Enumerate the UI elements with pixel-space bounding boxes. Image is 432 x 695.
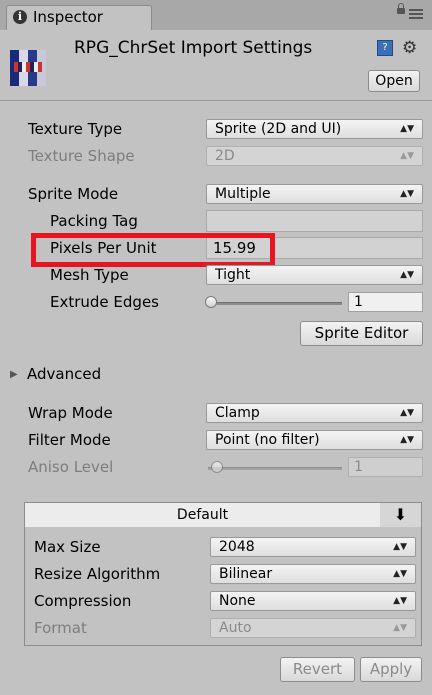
texture-shape-value: 2D [215, 148, 235, 164]
menu-icon[interactable] [409, 9, 423, 19]
sprite-mode-value: Multiple [215, 186, 271, 202]
mesh-type-dropdown[interactable]: Tight ▲▼ [206, 265, 423, 285]
compression-label: Compression [34, 592, 132, 610]
texture-type-label: Texture Type [28, 120, 123, 138]
extrude-edges-slider-thumb[interactable] [205, 296, 217, 308]
advanced-foldout-arrow-icon[interactable]: ▶ [10, 369, 18, 380]
dropdown-arrows-icon: ▲▼ [400, 270, 414, 280]
resize-algorithm-value: Bilinear [219, 566, 273, 582]
format-value: Auto [219, 620, 252, 636]
download-icon[interactable]: ⬇ [380, 503, 421, 527]
filter-mode-dropdown[interactable]: Point (no filter) ▲▼ [206, 430, 423, 450]
apply-button[interactable]: Apply [360, 657, 422, 682]
resize-algorithm-label: Resize Algorithm [34, 565, 161, 583]
wrap-mode-dropdown[interactable]: Clamp ▲▼ [206, 403, 423, 423]
format-label: Format [34, 619, 87, 637]
tab-label: Inspector [33, 8, 103, 26]
aniso-level-input: 1 [348, 457, 423, 477]
sprite-mode-label: Sprite Mode [28, 185, 119, 203]
aniso-level-slider-track [208, 467, 342, 470]
dropdown-arrows-icon: ▲▼ [400, 435, 414, 445]
texture-type-dropdown[interactable]: Sprite (2D and UI) ▲▼ [206, 119, 423, 139]
sprite-mode-dropdown[interactable]: Multiple ▲▼ [206, 184, 423, 204]
dropdown-arrows-icon: ▲▼ [393, 569, 407, 579]
dropdown-arrows-icon: ▲▼ [393, 596, 407, 606]
sprite-editor-button[interactable]: Sprite Editor [300, 321, 423, 346]
header-divider [0, 100, 432, 101]
aniso-level-slider-thumb [211, 461, 223, 473]
open-button[interactable]: Open [368, 70, 420, 92]
texture-shape-label: Texture Shape [28, 147, 135, 165]
mesh-type-label: Mesh Type [50, 266, 129, 284]
dropdown-arrows-icon: ▲▼ [400, 151, 414, 161]
max-size-label: Max Size [34, 538, 101, 556]
advanced-foldout[interactable]: Advanced [27, 365, 101, 383]
max-size-value: 2048 [219, 539, 255, 555]
texture-type-value: Sprite (2D and UI) [215, 121, 342, 137]
dropdown-arrows-icon: ▲▼ [393, 623, 407, 633]
dropdown-arrows-icon: ▲▼ [400, 408, 414, 418]
asset-title: RPG_ChrSet Import Settings [74, 38, 313, 58]
dropdown-arrows-icon: ▲▼ [393, 542, 407, 552]
texture-shape-dropdown: 2D ▲▼ [206, 146, 423, 166]
wrap-mode-label: Wrap Mode [28, 404, 113, 422]
wrap-mode-value: Clamp [215, 405, 260, 421]
revert-button[interactable]: Revert [280, 657, 355, 682]
tab-inspector[interactable]: i Inspector [6, 5, 152, 30]
extrude-edges-input[interactable]: 1 [348, 292, 423, 312]
info-icon: i [13, 10, 27, 24]
filter-mode-label: Filter Mode [28, 431, 111, 449]
compression-value: None [219, 593, 256, 609]
dropdown-arrows-icon: ▲▼ [400, 189, 414, 199]
gear-icon[interactable]: ⚙ [402, 38, 417, 58]
mesh-type-value: Tight [215, 267, 251, 283]
packing-tag-input[interactable] [206, 210, 423, 232]
lock-icon[interactable] [397, 3, 405, 14]
highlight-annotation [31, 233, 275, 267]
extrude-edges-label: Extrude Edges [50, 293, 159, 311]
texture-thumbnail [10, 50, 46, 86]
filter-mode-value: Point (no filter) [215, 432, 320, 448]
max-size-dropdown[interactable]: 2048 ▲▼ [210, 537, 416, 557]
aniso-level-label: Aniso Level [28, 458, 114, 476]
resize-algorithm-dropdown[interactable]: Bilinear ▲▼ [210, 564, 416, 584]
packing-tag-label: Packing Tag [50, 212, 138, 230]
format-dropdown: Auto ▲▼ [210, 618, 416, 638]
dropdown-arrows-icon: ▲▼ [400, 124, 414, 134]
tab-default[interactable]: Default [25, 503, 381, 527]
extrude-edges-slider-track[interactable] [208, 302, 342, 305]
compression-dropdown[interactable]: None ▲▼ [210, 591, 416, 611]
help-icon[interactable]: ? [377, 40, 393, 56]
